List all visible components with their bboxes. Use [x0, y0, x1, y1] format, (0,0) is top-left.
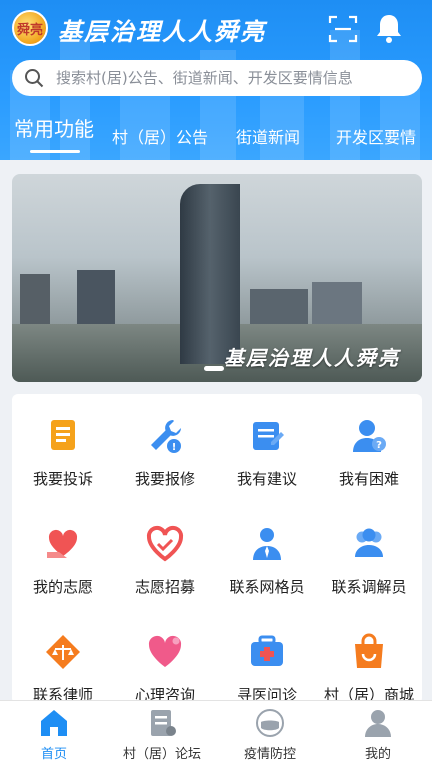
top-bar: 舜亮 基层治理人人舜亮: [0, 0, 432, 56]
search-input[interactable]: [56, 69, 406, 87]
function-item-shop[interactable]: 村（居）商城: [318, 632, 420, 705]
bell-icon[interactable]: [374, 12, 404, 44]
nav-label: 我的: [364, 747, 391, 762]
function-label: 志愿招募: [134, 578, 195, 596]
function-item-psychology[interactable]: 心理咨询: [114, 632, 216, 705]
function-item-suggestion[interactable]: 我有建议: [216, 416, 318, 489]
nav-label: 首页: [40, 747, 67, 762]
function-label: 我有建议: [236, 470, 297, 488]
repair-icon: !: [151, 420, 181, 453]
tab-active-indicator: [30, 150, 80, 153]
tab-common-functions[interactable]: 常用功能: [14, 113, 94, 142]
recruit-icon: [146, 525, 184, 562]
tab-street-news[interactable]: 街道新闻: [236, 124, 300, 148]
function-label: 我有困难: [338, 470, 399, 488]
function-item-complaint[interactable]: 我要投诉: [12, 416, 114, 489]
function-item-mediator[interactable]: 联系调解员: [318, 524, 420, 597]
lawyer-icon: [46, 635, 80, 669]
function-grid: 我要投诉 ! 我要报修 我有建议 ? 我有困难 我的志愿 志愿招募 联系网格员 …: [12, 394, 422, 704]
nav-forum[interactable]: 村（居）论坛: [108, 707, 216, 762]
function-item-lawyer[interactable]: 联系律师: [12, 632, 114, 705]
tab-dev-zone[interactable]: 开发区要情: [336, 124, 416, 148]
app-header: 舜亮 基层治理人人舜亮 常用功能 村（居）公告 街道新闻 开发区要情: [0, 0, 432, 160]
suggestion-icon: [253, 422, 284, 450]
complaint-icon: [51, 420, 75, 450]
app-logo: 舜亮: [12, 10, 48, 46]
banner-tower: [180, 184, 240, 364]
svg-text:!: !: [172, 442, 177, 453]
shop-icon: [355, 633, 383, 668]
nav-label: 村（居）论坛: [122, 747, 201, 762]
category-tabs: 常用功能 村（居）公告 街道新闻 开发区要情: [0, 116, 432, 156]
function-label: 我要报修: [134, 470, 195, 488]
psychology-icon: [148, 635, 182, 667]
nav-mine[interactable]: 我的: [324, 707, 432, 762]
medical-icon: [251, 635, 283, 666]
volunteer-icon: [47, 529, 78, 558]
function-label: 我要投诉: [32, 470, 93, 488]
carousel-indicator: [204, 366, 224, 371]
search-bar[interactable]: [12, 60, 422, 96]
banner-caption: 基层治理人人舜亮: [224, 346, 400, 370]
function-item-help[interactable]: ? 我有困难: [318, 416, 420, 489]
app-title: 基层治理人人舜亮: [58, 17, 266, 46]
function-label: 我的志愿: [32, 578, 93, 596]
function-item-volunteer[interactable]: 我的志愿: [12, 524, 114, 597]
logo-text: 舜亮: [16, 22, 43, 38]
function-item-recruit[interactable]: 志愿招募: [114, 524, 216, 597]
function-label: 联系网格员: [229, 578, 305, 596]
tab-village-notice[interactable]: 村（居）公告: [112, 124, 208, 148]
function-item-repair[interactable]: ! 我要报修: [114, 416, 216, 489]
function-item-grid-worker[interactable]: 联系网格员: [216, 524, 318, 597]
nav-label: 疫情防控: [243, 747, 296, 762]
grid-worker-icon: [253, 528, 281, 560]
forum-icon: [151, 710, 176, 736]
help-icon: ?: [353, 420, 386, 452]
banner-carousel[interactable]: 基层治理人人舜亮: [12, 174, 422, 382]
nav-home[interactable]: 首页: [0, 707, 108, 762]
scan-icon[interactable]: [328, 14, 358, 44]
search-icon: [25, 69, 44, 88]
function-item-medical[interactable]: 寻医问诊: [216, 632, 318, 705]
function-label: 联系调解员: [331, 578, 407, 596]
home-icon: [41, 710, 67, 736]
nav-epidemic[interactable]: 疫情防控: [216, 707, 324, 762]
svg-text:?: ?: [376, 440, 382, 451]
mask-icon: [256, 709, 284, 737]
user-icon: [365, 710, 391, 737]
mediator-icon: [355, 528, 383, 557]
bottom-nav: 首页 村（居）论坛 疫情防控 我的: [0, 700, 432, 768]
